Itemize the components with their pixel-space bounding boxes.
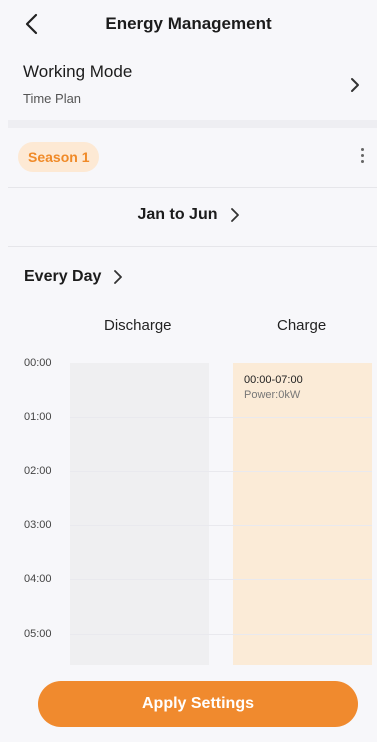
page-title: Energy Management xyxy=(105,14,272,33)
grid-line xyxy=(70,525,372,526)
discharge-timeline[interactable] xyxy=(70,363,209,665)
time-label: 03:00 xyxy=(24,519,52,531)
grid-line xyxy=(70,579,372,580)
time-label: 04:00 xyxy=(24,573,52,585)
section-divider xyxy=(8,120,377,128)
charge-block-power: Power:0kW xyxy=(244,389,301,401)
charge-column-header: Charge xyxy=(277,317,327,334)
discharge-column-header: Discharge xyxy=(104,317,172,334)
month-range-label: Jan to Jun xyxy=(137,206,218,223)
charge-block-time: 00:00-07:00 xyxy=(244,374,303,386)
working-mode-value: Time Plan xyxy=(23,91,82,106)
more-vertical-icon[interactable] xyxy=(357,146,367,168)
grid-line xyxy=(70,417,372,418)
chevron-right-icon xyxy=(114,270,123,284)
chevron-right-icon xyxy=(230,208,239,222)
top-bar: Energy Management xyxy=(0,0,377,48)
apply-settings-button[interactable]: Apply Settings xyxy=(38,681,358,727)
time-label: 05:00 xyxy=(24,628,52,640)
charge-time-block[interactable]: 00:00-07:00 Power:0kW xyxy=(233,363,372,665)
time-label: 00:00 xyxy=(24,357,52,369)
grid-line xyxy=(70,634,372,635)
time-label: 02:00 xyxy=(24,465,52,477)
month-range-selector[interactable]: Jan to Jun xyxy=(0,206,377,230)
day-selector-label: Every Day xyxy=(24,268,102,285)
divider xyxy=(8,246,377,247)
grid-line xyxy=(70,471,372,472)
time-label: 01:00 xyxy=(24,411,52,423)
divider xyxy=(8,187,377,188)
season-row: Season 1 xyxy=(0,138,377,182)
working-mode-label: Working Mode xyxy=(23,62,133,81)
day-selector[interactable]: Every Day xyxy=(24,266,123,288)
season-tab[interactable]: Season 1 xyxy=(18,142,100,172)
chevron-right-icon xyxy=(351,78,359,92)
working-mode-row[interactable]: Working Mode Time Plan xyxy=(0,52,377,118)
